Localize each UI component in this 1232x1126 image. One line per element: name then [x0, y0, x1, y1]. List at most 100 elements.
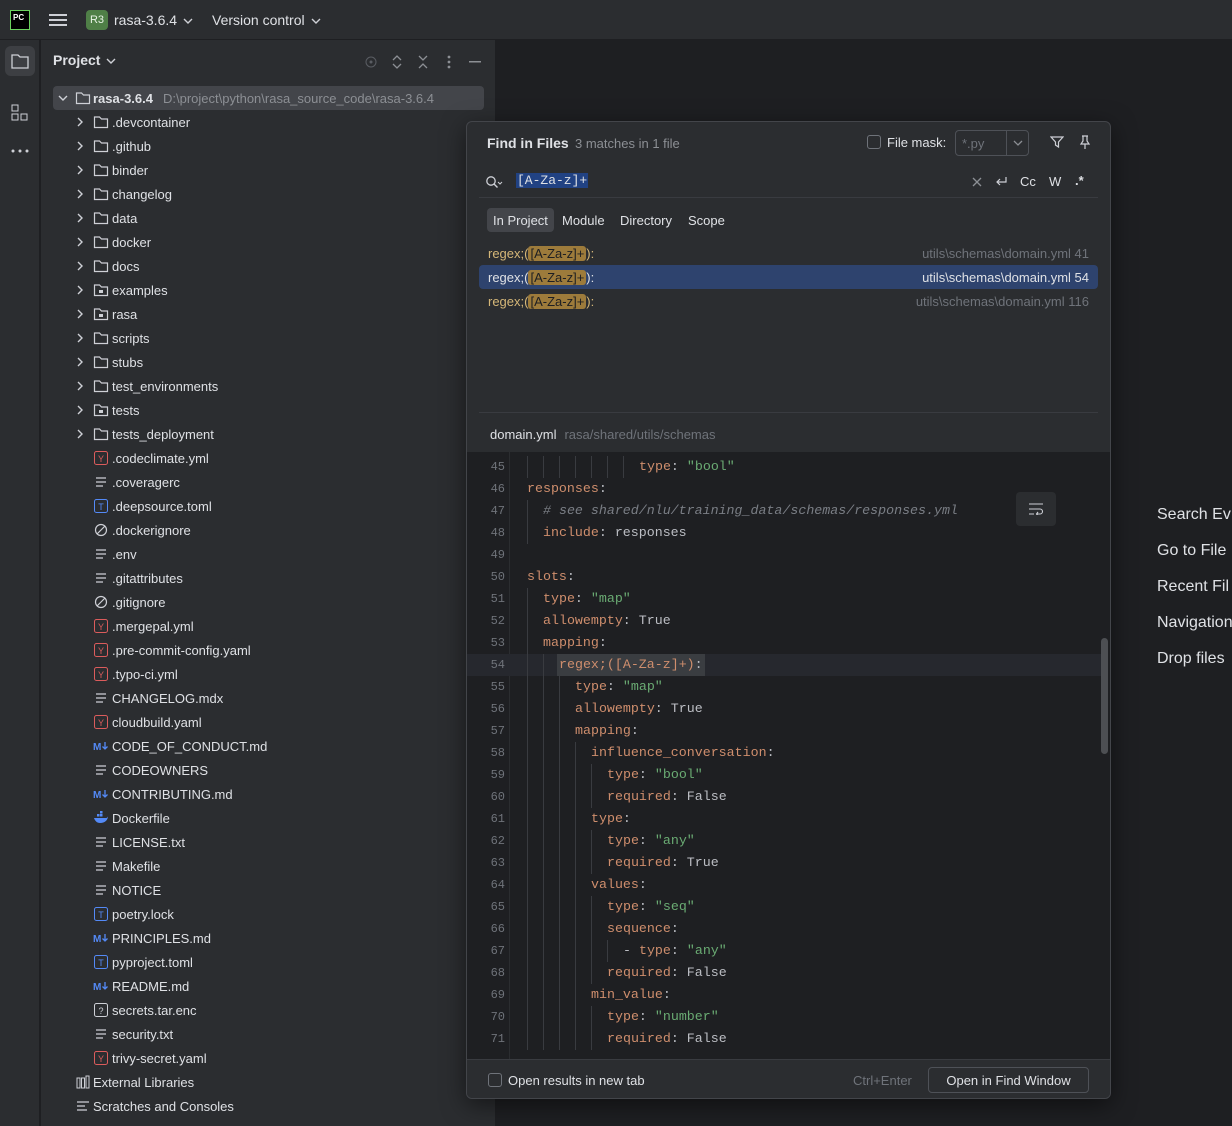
tree-file[interactable]: ? secrets.tar.enc: [41, 998, 496, 1022]
tree-file[interactable]: Y .typo-ci.yml: [41, 662, 496, 686]
tree-item-label: test_environments: [112, 378, 219, 394]
project-switcher[interactable]: R3 rasa-3.6.4: [86, 9, 193, 31]
project-tool-button[interactable]: [5, 46, 35, 76]
hide-icon[interactable]: [465, 52, 485, 72]
more-tools-button[interactable]: [5, 136, 35, 166]
match-case-toggle[interactable]: Cc: [1020, 174, 1036, 189]
tree-folder[interactable]: changelog: [41, 182, 496, 206]
tree-file[interactable]: LICENSE.txt: [41, 830, 496, 854]
project-panel-title[interactable]: Project: [53, 52, 100, 68]
tree-folder[interactable]: binder: [41, 158, 496, 182]
main-menu-icon[interactable]: [48, 10, 68, 30]
tree-folder[interactable]: scripts: [41, 326, 496, 350]
tree-file[interactable]: Y .mergepal.yml: [41, 614, 496, 638]
tree-file[interactable]: Y .codeclimate.yml: [41, 446, 496, 470]
tab-in-project[interactable]: In Project: [487, 208, 554, 232]
open-new-tab-checkbox[interactable]: [488, 1073, 502, 1087]
chevron-right-icon[interactable]: [72, 138, 88, 154]
tab-scope[interactable]: Scope: [682, 208, 731, 232]
tree-folder[interactable]: tests: [41, 398, 496, 422]
tree-folder[interactable]: .github: [41, 134, 496, 158]
locate-icon[interactable]: [361, 52, 381, 72]
indent-guide: [559, 874, 560, 896]
scratches-and-consoles[interactable]: Scratches and Consoles: [41, 1094, 496, 1118]
tree-folder[interactable]: examples: [41, 278, 496, 302]
tree-file[interactable]: Ycloudbuild.yaml: [41, 710, 496, 734]
structure-tool-button[interactable]: [5, 98, 35, 128]
tree-folder[interactable]: tests_deployment: [41, 422, 496, 446]
code-preview[interactable]: 45 type: "bool" 46 responses: 47 # see shared…: [467, 452, 1110, 1059]
chevron-down-icon[interactable]: [1006, 131, 1028, 155]
tree-file[interactable]: Dockerfile: [41, 806, 496, 830]
tree-file[interactable]: CODEOWNERS: [41, 758, 496, 782]
chevron-right-icon[interactable]: [72, 210, 88, 226]
tab-directory[interactable]: Directory: [614, 208, 678, 232]
external-libraries[interactable]: External Libraries: [41, 1070, 496, 1094]
tree-file[interactable]: M PRINCIPLES.md: [41, 926, 496, 950]
chevron-right-icon[interactable]: [72, 402, 88, 418]
search-query[interactable]: [A-Za-z]+: [516, 173, 589, 188]
chevron-right-icon[interactable]: [72, 114, 88, 130]
tree-root[interactable]: rasa-3.6.4 D:\project\python\rasa_source…: [53, 86, 484, 110]
tree-file[interactable]: Tpoetry.lock: [41, 902, 496, 926]
tree-folder[interactable]: stubs: [41, 350, 496, 374]
tree-file[interactable]: Y .pre-commit-config.yaml: [41, 638, 496, 662]
chevron-right-icon[interactable]: [72, 378, 88, 394]
tree-file[interactable]: Makefile: [41, 854, 496, 878]
open-in-find-window-button[interactable]: Open in Find Window: [928, 1067, 1089, 1093]
tree-folder[interactable]: data: [41, 206, 496, 230]
tree-file[interactable]: security.txt: [41, 1022, 496, 1046]
file-mask-input[interactable]: *.py: [955, 130, 1029, 156]
tree-folder[interactable]: docs: [41, 254, 496, 278]
tree-file[interactable]: M CODE_OF_CONDUCT.md: [41, 734, 496, 758]
vertical-scrollbar[interactable]: [1101, 638, 1108, 754]
regex-toggle[interactable]: .*: [1075, 173, 1084, 188]
tree-file[interactable]: .coveragerc: [41, 470, 496, 494]
tree-file[interactable]: M README.md: [41, 974, 496, 998]
soft-wrap-icon[interactable]: [1016, 492, 1056, 526]
tree-file[interactable]: CHANGELOG.mdx: [41, 686, 496, 710]
tree-file[interactable]: .env: [41, 542, 496, 566]
clear-icon[interactable]: [969, 174, 985, 190]
tree-folder[interactable]: rasa: [41, 302, 496, 326]
tree-file[interactable]: .gitattributes: [41, 566, 496, 590]
tree-file[interactable]: NOTICE: [41, 878, 496, 902]
options-icon[interactable]: [439, 52, 459, 72]
chevron-right-icon[interactable]: [72, 330, 88, 346]
tree-folder[interactable]: .devcontainer: [41, 110, 496, 134]
indent-guide: [543, 720, 544, 742]
chevron-down-icon[interactable]: [106, 53, 116, 68]
chevron-right-icon[interactable]: [72, 234, 88, 250]
filter-icon[interactable]: [1047, 132, 1067, 152]
new-line-icon[interactable]: [991, 174, 1011, 190]
file-mask-checkbox[interactable]: [867, 135, 881, 149]
pin-icon[interactable]: [1075, 132, 1095, 152]
whole-words-toggle[interactable]: W: [1049, 174, 1061, 189]
tree-file[interactable]: .gitignore: [41, 590, 496, 614]
tree-file[interactable]: M CONTRIBUTING.md: [41, 782, 496, 806]
expand-all-icon[interactable]: [387, 52, 407, 72]
search-result-row[interactable]: regex;([A-Za-z]+): utils\schemas\domain.y…: [479, 241, 1098, 265]
collapse-all-icon[interactable]: [413, 52, 433, 72]
tab-module[interactable]: Module: [556, 208, 611, 232]
search-result-row[interactable]: regex;([A-Za-z]+): utils\schemas\domain.y…: [479, 265, 1098, 289]
chevron-right-icon[interactable]: [72, 162, 88, 178]
chevron-right-icon[interactable]: [72, 258, 88, 274]
vcs-menu[interactable]: Version control: [212, 9, 321, 31]
chevron-down-icon[interactable]: [57, 90, 69, 109]
chevron-right-icon[interactable]: [72, 306, 88, 322]
chevron-right-icon[interactable]: [72, 282, 88, 298]
chevron-right-icon[interactable]: [72, 186, 88, 202]
pycharm-logo[interactable]: PC: [10, 10, 30, 30]
tree-file[interactable]: Ytrivy-secret.yaml: [41, 1046, 496, 1070]
chevron-right-icon[interactable]: [72, 426, 88, 442]
search-result-row[interactable]: regex;([A-Za-z]+): utils\schemas\domain.y…: [479, 289, 1098, 313]
tree-folder[interactable]: docker: [41, 230, 496, 254]
tree-file[interactable]: Tpyproject.toml: [41, 950, 496, 974]
tree-file[interactable]: .dockerignore: [41, 518, 496, 542]
chevron-right-icon[interactable]: [72, 354, 88, 370]
dialog-header[interactable]: Find in Files 3 matches in 1 file File m…: [467, 122, 1110, 162]
tree-file[interactable]: T .deepsource.toml: [41, 494, 496, 518]
regex-search-icon[interactable]: [483, 172, 505, 192]
tree-folder[interactable]: test_environments: [41, 374, 496, 398]
